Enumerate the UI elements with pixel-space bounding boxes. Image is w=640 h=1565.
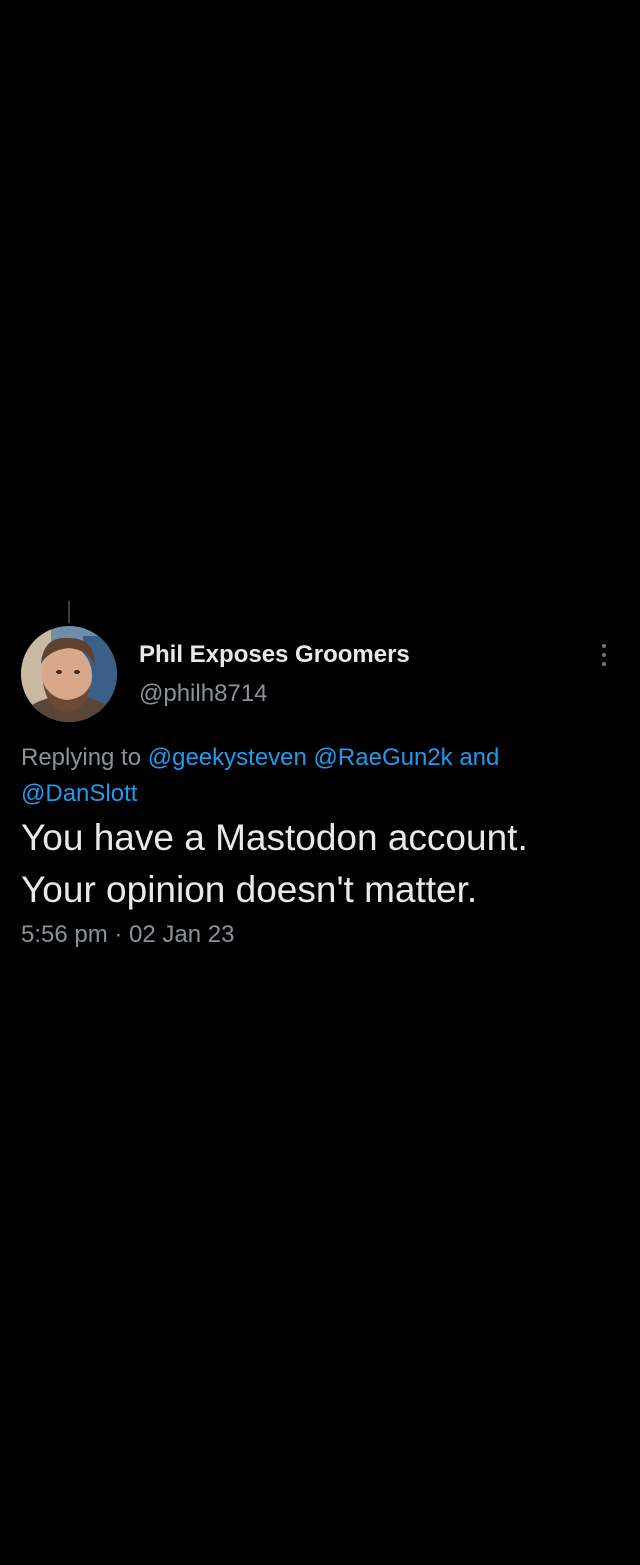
- replying-to-line: Replying to @geekysteven @RaeGun2k and @…: [21, 740, 601, 812]
- replying-to-label: Replying to: [21, 744, 142, 771]
- more-vertical-icon: [602, 644, 606, 648]
- mention-link[interactable]: @RaeGun2k: [314, 744, 453, 771]
- mention-link[interactable]: @DanSlott: [21, 780, 137, 807]
- avatar-photo: [21, 626, 117, 722]
- mention-and-others-link[interactable]: and: [459, 744, 499, 771]
- tweet-text-line: Your opinion doesn't matter.: [21, 869, 478, 910]
- more-vertical-icon: [602, 662, 606, 666]
- tweet-timestamp[interactable]: 5:56 pm · 02 Jan 23: [21, 921, 234, 949]
- more-options-button[interactable]: [592, 640, 616, 670]
- mention-link[interactable]: @geekysteven: [148, 744, 307, 771]
- author-display-name[interactable]: Phil Exposes Groomers: [139, 641, 410, 669]
- more-vertical-icon: [602, 653, 606, 657]
- author-handle[interactable]: @philh8714: [139, 680, 267, 708]
- tweet-text-line: You have a Mastodon account.: [21, 817, 528, 858]
- thread-connector-line: [68, 601, 70, 623]
- tweet-text: You have a Mastodon account. Your opinio…: [21, 812, 621, 916]
- avatar[interactable]: [21, 626, 117, 722]
